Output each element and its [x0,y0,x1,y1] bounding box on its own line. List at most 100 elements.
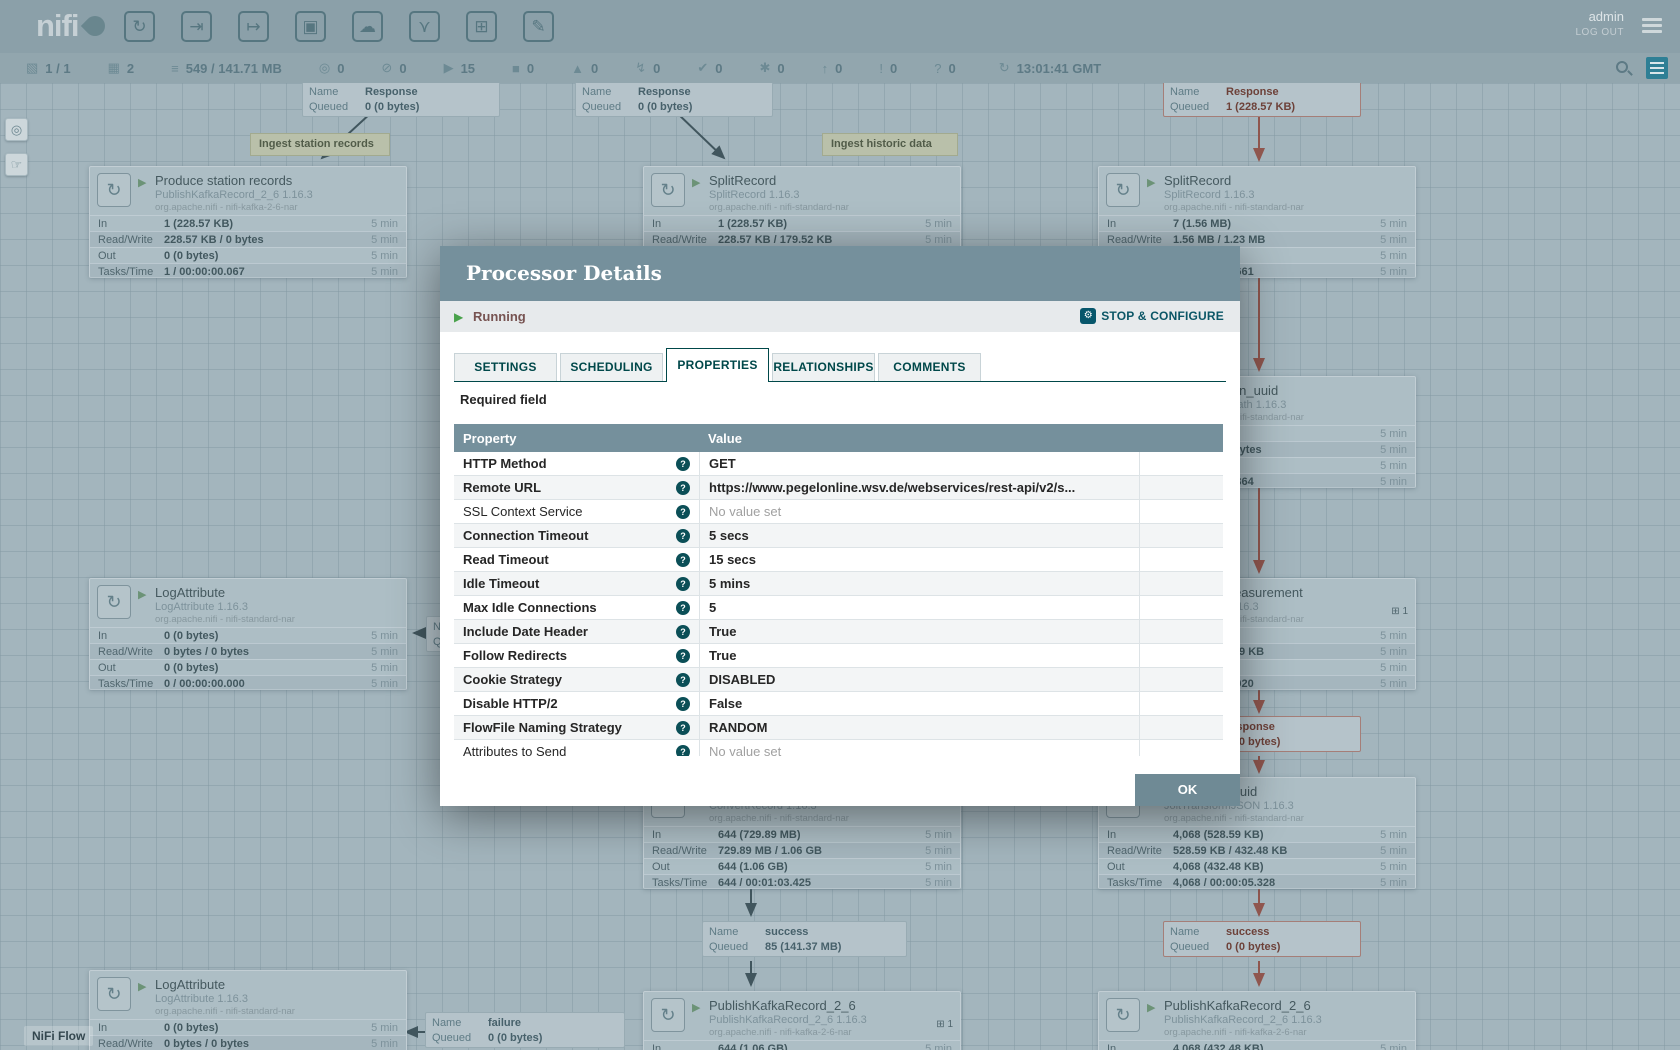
processor[interactable]: ↻▶LogAttributeLogAttribute 1.16.3org.apa… [89,578,407,690]
help-icon[interactable]: ? [676,649,690,663]
stat-value: 528.59 KB / 432.48 KB [1173,845,1367,857]
processor[interactable]: ↻▶Produce station recordsPublishKafkaRec… [89,166,407,278]
status-item: ?0 [934,60,955,76]
tab-properties[interactable]: PROPERTIES [666,348,769,382]
help-icon[interactable]: ? [676,721,690,735]
stopped-icon: ■ [512,61,520,76]
help-icon[interactable]: ? [676,529,690,543]
property-name: Include Date Header? [454,620,699,644]
nifi-drop-icon [80,12,108,40]
property-extra-cell [1139,716,1223,740]
sync-failure-count: 0 [948,61,955,76]
current-user: admin [1575,9,1624,24]
in-stat: In0 (0 bytes)5 min [90,1019,406,1035]
help-icon[interactable]: ? [676,625,690,639]
stat-window: 5 min [912,234,960,246]
stat-window: 5 min [358,266,406,278]
connection-label[interactable]: NamefailureQueued0 (0 bytes) [425,1012,625,1048]
stop-and-configure-button[interactable]: ⚙ STOP & CONFIGURE [1080,308,1224,324]
connection-line[interactable] [676,112,724,158]
properties-rows: HTTP Method?GETRemote URL?https://www.pe… [454,452,1223,756]
stat-window: 5 min [1367,428,1415,440]
breadcrumb[interactable]: NiFi Flow [24,1026,93,1046]
help-icon[interactable]: ? [676,505,690,519]
run-status-label: Running [473,309,526,324]
run-status-icon: ▶ [138,176,146,189]
output-port-icon[interactable]: ↦ [238,11,269,42]
read-write-stat: Read/Write1.56 MB / 1.23 MB5 min [1099,231,1415,247]
property-extra-cell [1139,572,1223,596]
flow-label[interactable]: Ingest station records [250,133,390,156]
stat-label: Tasks/Time [644,877,718,889]
logout-link[interactable]: LOG OUT [1575,27,1624,38]
global-menu-icon[interactable] [1642,18,1662,36]
run-status-icon: ▶ [692,176,700,189]
property-value: No value set [699,500,1139,524]
hand-icon[interactable]: ☞ [5,153,28,176]
template-icon[interactable]: ⊞ [466,11,497,42]
processor-bundle: org.apache.nifi - nifi-standard-nar [709,202,849,213]
help-icon[interactable]: ? [676,553,690,567]
connection-name-value: failure [488,1017,618,1029]
connection-queued-key: Queued [709,941,765,953]
connection-queued-row: Queued1 (228.57 KB) [1164,99,1360,114]
processor-header: ↻▶LogAttributeLogAttribute 1.16.3org.apa… [90,971,406,1019]
in-stat: In644 (729.89 MB)5 min [644,826,960,842]
flow-label[interactable]: Ingest historic data [822,133,958,156]
processor-bundle: org.apache.nifi - nifi-standard-nar [1164,813,1304,824]
stat-value: 644 (1.06 GB) [718,861,912,873]
stat-value: 1.56 MB / 1.23 MB [1173,234,1367,246]
status-item: ≡549 / 141.71 MB [171,60,282,76]
refresh-icon[interactable]: ↻ [999,60,1010,76]
property-extra-cell [1139,668,1223,692]
tab-settings[interactable]: SETTINGS [454,353,557,382]
threads-icon: ▦ [108,60,120,76]
refresh-status[interactable]: ↻ 13:01:41 GMT [999,60,1101,76]
connection-label[interactable]: NamesuccessQueued0 (0 bytes) [1163,921,1361,957]
processor[interactable]: ↻▶PublishKafkaRecord_2_6PublishKafkaReco… [1098,991,1416,1050]
tab-relationships[interactable]: RELATIONSHIPS [772,353,875,382]
connection-label[interactable]: NameResponseQueued0 (0 bytes) [575,81,773,117]
stat-window: 5 min [1367,662,1415,674]
property-extra-cell [1139,476,1223,500]
hamburger-menu-button[interactable] [1646,57,1668,79]
search-icon[interactable] [1616,61,1628,73]
help-icon[interactable]: ? [676,673,690,687]
label-icon[interactable]: ✎ [523,11,554,42]
property-value: DISABLED [699,668,1139,692]
read-write-stat: Read/Write729.89 MB / 1.06 GB5 min [644,842,960,858]
processor[interactable]: ↻▶PublishKafkaRecord_2_6PublishKafkaReco… [643,991,961,1050]
tab-scheduling[interactable]: SCHEDULING [560,353,663,382]
connection-queued-row: Queued0 (0 bytes) [1164,939,1360,954]
processor-header: ↻▶Produce station recordsPublishKafkaRec… [90,167,406,215]
process-group-icon[interactable]: ▣ [295,11,326,42]
funnel-icon[interactable]: ⋎ [409,11,440,42]
processor[interactable]: ↻▶LogAttributeLogAttribute 1.16.3org.apa… [89,970,407,1050]
help-icon[interactable]: ? [676,697,690,711]
queued-icon: ≡ [171,61,179,76]
ok-button[interactable]: OK [1135,774,1240,806]
input-port-icon[interactable]: ⇥ [181,11,212,42]
stat-window: 5 min [1367,877,1415,889]
status-item: ▧1 / 1 [26,60,71,76]
connection-name-key: Name [309,86,365,98]
processor-bundle: org.apache.nifi - nifi-standard-nar [155,1006,295,1017]
remote-process-group-icon[interactable]: ☁ [352,11,383,42]
processor-icon: ↻ [1106,173,1140,207]
birdseye-icon[interactable]: ◎ [5,118,28,141]
help-icon[interactable]: ? [676,481,690,495]
help-icon[interactable]: ? [676,577,690,591]
stat-label: Out [1099,861,1173,873]
connection-label[interactable]: NameResponseQueued0 (0 bytes) [302,81,500,117]
connection-label[interactable]: NameResponseQueued1 (228.57 KB) [1163,81,1361,117]
processor-stats: In0 (0 bytes)5 minRead/Write0 bytes / 0 … [90,1019,406,1050]
connection-label[interactable]: NamesuccessQueued85 (141.37 MB) [702,921,907,957]
property-name: Disable HTTP/2? [454,692,699,716]
stat-value: 0 (0 bytes) [164,630,358,642]
processor-icon[interactable]: ↻ [124,11,155,42]
help-icon[interactable]: ? [676,457,690,471]
stat-label: Read/Write [1099,234,1173,246]
tab-comments[interactable]: COMMENTS [878,353,981,382]
help-icon[interactable]: ? [676,745,690,756]
help-icon[interactable]: ? [676,601,690,615]
